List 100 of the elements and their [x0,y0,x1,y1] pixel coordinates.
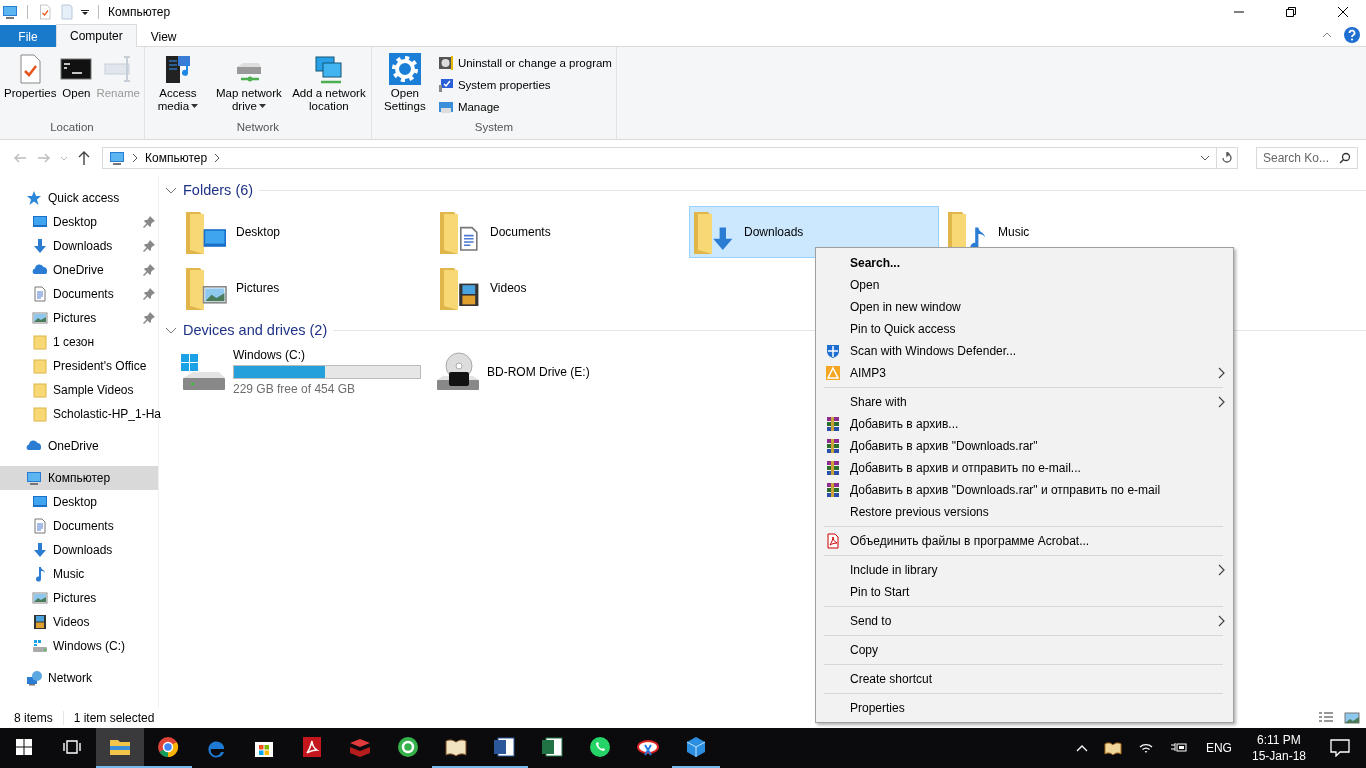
open-book-icon[interactable] [1103,741,1122,755]
nav-item[interactable]: Downloads [0,234,158,258]
nav-item[interactable]: Network [0,666,158,690]
menu-item[interactable]: Добавить в архив... [816,413,1233,435]
menu-item[interactable]: Copy [816,639,1233,661]
document-icon [32,286,48,302]
ribbon-button[interactable]: Map network drive [208,51,289,115]
folder-icon [32,334,48,350]
menu-item[interactable]: Pin to Start [816,581,1233,603]
ribbon-tab[interactable]: Computer [56,24,137,47]
caret-icon[interactable] [81,8,89,16]
nav-item[interactable]: Компьютер [0,466,158,490]
nav-item[interactable]: Videos [0,610,158,634]
nav-item[interactable]: OneDrive [0,258,158,282]
notifications-icon[interactable] [1330,739,1350,757]
nav-item[interactable]: Windows (C:) [0,634,158,658]
nav-item[interactable]: OneDrive [0,434,158,458]
ribbon-button[interactable]: Open Settings [373,51,436,115]
drive-item[interactable]: BD-ROM Drive (E:) [433,348,687,396]
menu-item[interactable]: Include in library [816,559,1233,581]
menu-item[interactable]: Добавить в архив "Downloads.rar" [816,435,1233,457]
ribbon-tab[interactable]: View [136,25,191,47]
browser-icon [156,735,180,759]
section-title: Devices and drives (2) [183,322,328,338]
ribbon-button[interactable]: Add a network location [288,51,369,115]
menu-item[interactable]: Send to [816,610,1233,632]
nav-item[interactable]: Desktop [0,490,158,514]
folder-item[interactable]: Downloads [689,206,939,258]
menu-item[interactable]: Properties [816,697,1233,719]
menu-item[interactable]: Create shortcut [816,668,1233,690]
menu-item[interactable]: Добавить в архив "Downloads.rar" и отправить по e-mail [816,479,1233,501]
nav-item[interactable]: President's Office [0,354,158,378]
folder-icon [32,406,48,422]
star-icon [26,190,42,206]
folder-icon [32,358,48,374]
down-arrow-icon [32,238,48,254]
nav-item[interactable]: Sample Videos [0,378,158,402]
menu-item[interactable]: Open in new window [816,296,1233,318]
nav-item[interactable]: Quick access [0,186,158,210]
nav-item[interactable]: Documents [0,514,158,538]
ribbon-tab[interactable]: File [0,25,56,47]
battery-charging-icon[interactable] [1169,742,1188,754]
clock[interactable]: 6:11 PM 15-Jan-18 [1251,732,1306,764]
ribbon-button[interactable]: System properties [435,75,614,95]
picture-icon [32,590,48,606]
folder-icon [32,382,48,398]
monitor-icon [32,494,48,510]
nav-item[interactable]: Music [0,562,158,586]
shield-icon [825,343,841,359]
nav-item[interactable]: Documents [0,282,158,306]
help-icon[interactable] [1344,27,1360,43]
folder-item[interactable]: Videos [435,262,685,314]
pdf-icon [300,735,324,759]
group-label: Network [235,121,280,135]
chevron-up-icon[interactable] [1075,744,1088,752]
folder-item[interactable]: Documents [435,206,685,258]
nav-item[interactable]: Pictures [0,306,158,330]
ribbon-button[interactable]: Open [58,51,95,102]
menu-item[interactable]: AIMP3 [816,362,1233,384]
menu-item[interactable]: Добавить в архив и отправить по e-mail... [816,457,1233,479]
spreadsheet-icon [540,735,564,759]
menu-item[interactable]: Open [816,274,1233,296]
mail-icon [396,735,420,759]
nav-item[interactable]: 1 сезон [0,330,158,354]
nav-item[interactable]: Downloads [0,538,158,562]
language-indicator[interactable]: ENG [1205,741,1232,755]
up-arrow-icon[interactable] [76,150,92,166]
search-field[interactable]: Search Ko... [1256,147,1358,169]
address-field[interactable]: Компьютер [102,147,1217,169]
word-document-icon [492,735,516,759]
drive-item[interactable]: Windows (C:) 229 GB free of 454 GB [179,348,433,396]
taskbar-button[interactable] [96,728,144,768]
item-count: 8 items [14,711,53,725]
nav-item[interactable]: Pictures [0,586,158,610]
breadcrumb[interactable]: Компьютер [145,151,208,165]
triangle-icon [825,365,841,381]
chevron-right-icon [213,153,222,163]
ribbon-button[interactable]: Manage [435,97,614,117]
menu-item[interactable]: Scan with Windows Defender... [816,340,1233,362]
menu-item[interactable]: Share with [816,391,1233,413]
hard-drive-icon [179,352,227,392]
menu-item[interactable]: Pin to Quick access [816,318,1233,340]
menu-item[interactable]: Restore previous versions [816,501,1233,523]
wifi-icon[interactable] [1137,741,1154,755]
chevron-down-icon[interactable] [1200,153,1210,163]
monitor-icon [32,214,48,230]
restore-icon [1285,6,1297,18]
chevron-right-icon [131,153,139,163]
ribbon-button[interactable]: Uninstall or change a program [435,53,614,73]
checked-page-icon[interactable] [37,4,53,20]
folder-item[interactable]: Desktop [181,206,431,258]
free-space-text: 229 GB free of 454 GB [233,382,357,396]
refresh-button[interactable] [1217,147,1238,169]
large-icons-view-icon[interactable] [1344,711,1360,725]
ribbon-button[interactable]: Access media [146,51,209,115]
details-view-icon[interactable] [1318,711,1334,725]
menu-item[interactable]: Объединить файлы в программе Acrobat... [816,530,1233,552]
nav-item[interactable]: Desktop [0,210,158,234]
folder-item[interactable]: Pictures [181,262,431,314]
ribbon-button[interactable]: Properties [2,51,59,102]
